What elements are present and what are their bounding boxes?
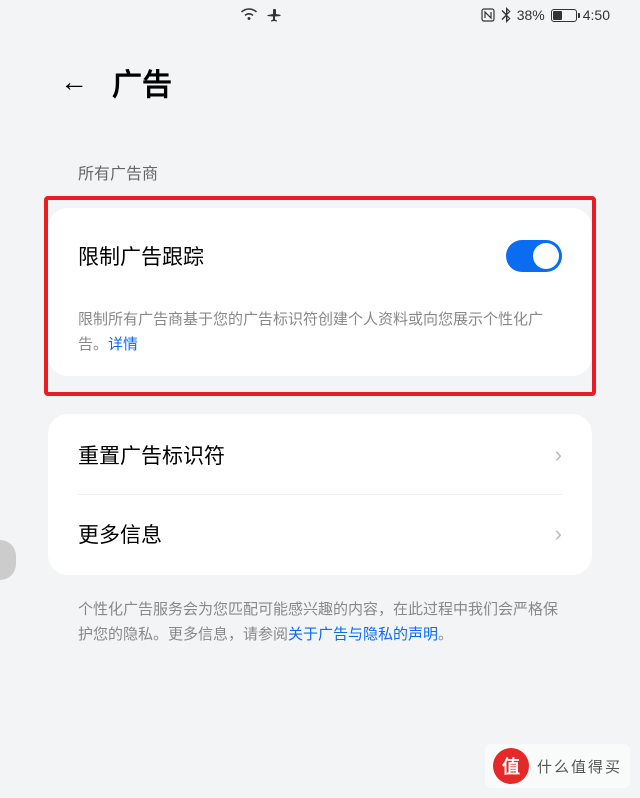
header: ← 广告 xyxy=(0,30,640,124)
scroll-indicator xyxy=(0,540,16,580)
status-right: 38% 4:50 xyxy=(481,7,610,23)
details-link[interactable]: 详情 xyxy=(108,336,138,353)
limit-ad-tracking-row[interactable]: 限制广告跟踪 xyxy=(48,216,592,296)
reset-ad-identifier-label: 重置广告标识符 xyxy=(78,440,225,470)
limit-ad-tracking-toggle[interactable] xyxy=(506,240,562,272)
chevron-right-icon: › xyxy=(555,521,562,547)
more-options-card: 重置广告标识符 › 更多信息 › xyxy=(48,414,592,575)
limit-ad-tracking-description: 限制所有广告商基于您的广告标识符创建个人资料或向您展示个性化广告。详情 xyxy=(48,296,592,368)
privacy-statement-link[interactable]: 关于广告与隐私的声明 xyxy=(288,626,438,643)
more-info-label: 更多信息 xyxy=(78,519,162,549)
reset-ad-identifier-row[interactable]: 重置广告标识符 › xyxy=(48,416,592,494)
status-left xyxy=(240,7,282,23)
watermark-logo: 值 xyxy=(493,748,529,784)
limit-ad-tracking-label: 限制广告跟踪 xyxy=(78,241,204,271)
section-label-advertisers: 所有广告商 xyxy=(0,124,640,196)
wifi-icon xyxy=(240,8,258,22)
more-info-row[interactable]: 更多信息 › xyxy=(48,495,592,573)
airplane-icon xyxy=(266,7,282,23)
page-title: 广告 xyxy=(112,60,172,104)
watermark-text: 什么值得买 xyxy=(537,756,622,777)
highlighted-card: 限制广告跟踪 限制所有广告商基于您的广告标识符创建个人资料或向您展示个性化广告。… xyxy=(44,196,596,396)
nfc-icon xyxy=(481,8,495,22)
chevron-right-icon: › xyxy=(555,442,562,468)
time: 4:50 xyxy=(583,7,610,23)
back-button[interactable]: ← xyxy=(60,66,88,98)
bluetooth-icon xyxy=(501,7,511,23)
battery-icon xyxy=(551,9,577,22)
privacy-description: 个性化广告服务会为您匹配可能感兴趣的内容，在此过程中我们会严格保护您的隐私。更多… xyxy=(0,581,640,658)
watermark: 值 什么值得买 xyxy=(485,744,630,788)
battery-percent: 38% xyxy=(517,7,545,23)
status-bar: 38% 4:50 xyxy=(0,0,640,30)
